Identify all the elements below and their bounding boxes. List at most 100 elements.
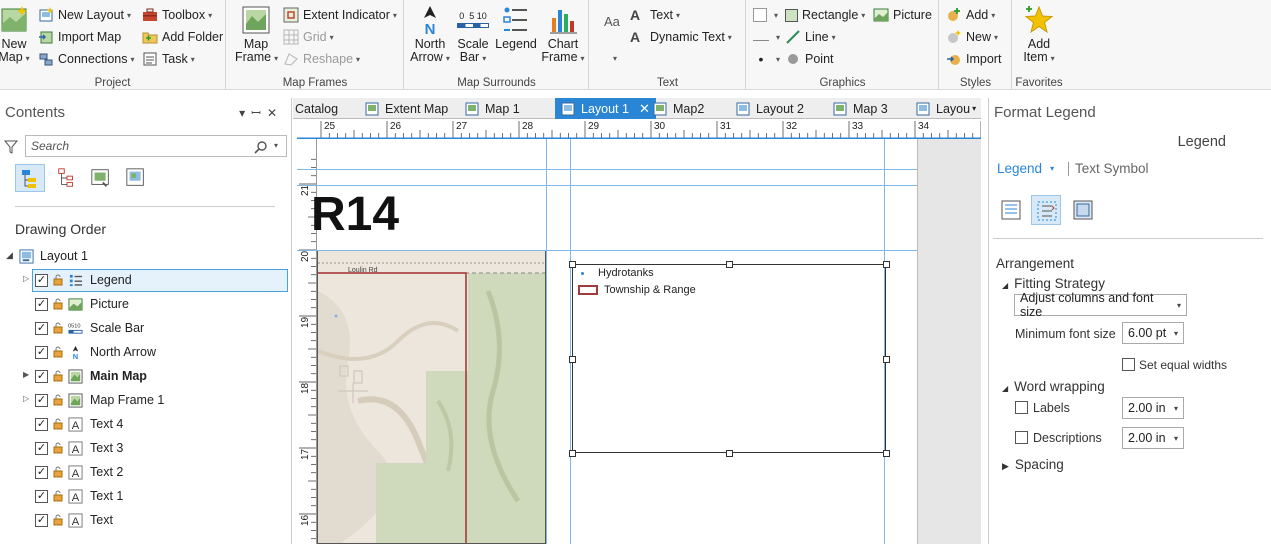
tree-item[interactable]: ▷ ✓ Map Frame 1 <box>0 389 290 412</box>
tab-layout-2[interactable]: Layout 2 <box>736 98 804 119</box>
descriptions-wrap-checkbox[interactable] <box>1015 431 1028 444</box>
visibility-checkbox[interactable]: ✓ <box>35 370 48 383</box>
expand-caret-icon[interactable]: ▷ <box>23 394 29 403</box>
north-arrow-button[interactable]: N North Arrow ▾ <box>410 4 450 65</box>
pane-menu-icon[interactable]: ▾ <box>239 106 251 120</box>
fitting-strategy-dropdown[interactable]: Adjust columns and font size ▾ <box>1014 291 1187 319</box>
chart-frame-button[interactable]: Chart Frame ▾ <box>541 4 585 65</box>
lock-icon[interactable] <box>53 394 65 406</box>
search-input[interactable]: Search <box>25 135 287 157</box>
tree-item[interactable]: ✓ N North Arrow <box>0 341 290 364</box>
add-item-button[interactable]: Add Item ▾ <box>1019 4 1059 65</box>
lock-icon[interactable] <box>53 346 65 358</box>
lock-icon[interactable] <box>53 298 65 310</box>
add-folder-button[interactable]: Add Folder <box>142 27 223 47</box>
display-options-icon[interactable] <box>1071 198 1095 222</box>
list-by-layout-icon[interactable] <box>125 167 147 189</box>
lock-icon[interactable] <box>53 274 65 286</box>
visibility-checkbox[interactable]: ✓ <box>35 394 48 407</box>
visibility-checkbox[interactable]: ✓ <box>35 490 48 503</box>
import-style-button[interactable]: Import <box>946 49 1001 69</box>
text-button[interactable]: A Text ▾ <box>630 5 680 25</box>
lock-icon[interactable] <box>53 370 65 382</box>
word-wrapping-heading[interactable]: ◢ Word wrapping <box>1002 379 1105 394</box>
labels-wrap-width-dropdown[interactable]: 2.00 in ▾ <box>1122 397 1184 419</box>
line-color-dropdown[interactable]: ▾ <box>753 27 780 47</box>
lock-icon[interactable] <box>53 466 65 478</box>
tree-item[interactable]: ✓ A Text 1 <box>0 485 290 508</box>
tab-layout-1[interactable]: Layout 1 ✕ <box>555 98 656 119</box>
visibility-checkbox[interactable]: ✓ <box>35 418 48 431</box>
spacing-heading[interactable]: ▶ Spacing <box>1002 457 1064 472</box>
text-gallery[interactable]: Aa <box>604 14 620 29</box>
grid-button[interactable]: Grid ▾ <box>283 27 334 47</box>
visibility-checkbox[interactable]: ✓ <box>35 322 48 335</box>
legend-options-icon[interactable] <box>999 198 1023 222</box>
tab-extent-map[interactable]: Extent Map <box>365 98 448 119</box>
add-style-button[interactable]: Add ▾ <box>946 5 995 25</box>
layout-title-text[interactable]: R14 <box>311 187 399 242</box>
toolbox-button[interactable]: Toolbox ▾ <box>142 5 212 25</box>
visibility-checkbox[interactable]: ✓ <box>35 466 48 479</box>
close-tab-icon[interactable]: ✕ <box>639 101 650 117</box>
tab-map2[interactable]: Map2 <box>653 98 704 119</box>
lock-icon[interactable] <box>53 490 65 502</box>
layout-canvas[interactable]: 25 26 27 28 29 30 31 32 33 34 21 20 19 18 17 16 R14 Lo… <box>297 119 981 544</box>
point-symbol-dropdown[interactable]: • ▾ <box>753 49 780 69</box>
lock-icon[interactable] <box>53 442 65 454</box>
new-map-button[interactable]: New Map ▾ <box>0 4 30 65</box>
import-map-button[interactable]: Import Map <box>38 27 121 47</box>
new-layout-button[interactable]: New Layout ▾ <box>38 5 131 25</box>
tree-item[interactable]: ✓ 0510 Scale Bar <box>0 317 290 340</box>
selection-view-icon[interactable] <box>56 167 78 189</box>
resize-handle[interactable] <box>726 261 733 268</box>
expand-caret-icon[interactable]: ▷ <box>23 274 29 283</box>
tab-map-3[interactable]: Map 3 <box>833 98 888 119</box>
collapse-caret-icon[interactable]: ◢ <box>6 250 13 261</box>
tree-root-layout[interactable]: ◢ Layout 1 <box>0 245 290 268</box>
reshape-button[interactable]: Reshape ▾ <box>283 49 360 69</box>
close-icon[interactable]: ✕ <box>267 106 283 120</box>
drawing-order-view-button[interactable] <box>15 164 45 192</box>
scale-bar-button[interactable]: 0 5 10 Scale Bar ▾ <box>455 4 491 65</box>
tree-item[interactable]: ✓ A Text 4 <box>0 413 290 436</box>
tab-map-1[interactable]: Map 1 <box>465 98 520 119</box>
lock-icon[interactable] <box>53 418 65 430</box>
descriptions-wrap-width-dropdown[interactable]: 2.00 in ▾ <box>1122 427 1184 449</box>
resize-handle[interactable] <box>883 355 890 363</box>
visibility-checkbox[interactable]: ✓ <box>35 442 48 455</box>
min-font-size-dropdown[interactable]: 6.00 pt ▾ <box>1122 322 1184 344</box>
legend-button[interactable]: Legend <box>495 4 537 51</box>
tree-item[interactable]: ▷ ✓ Legend <box>0 269 290 292</box>
resize-handle[interactable] <box>569 355 576 363</box>
visibility-checkbox[interactable]: ✓ <box>35 298 48 311</box>
lock-icon[interactable] <box>53 514 65 526</box>
extent-indicator-button[interactable]: Extent Indicator ▾ <box>283 5 397 25</box>
pin-icon[interactable]: ꟷ <box>251 106 267 120</box>
new-style-button[interactable]: New ▾ <box>946 27 998 47</box>
resize-handle[interactable] <box>883 261 890 268</box>
tab-catalog[interactable]: Catalog <box>295 98 338 119</box>
tab-layou[interactable]: Layou ▾ <box>916 98 976 119</box>
text-gallery-dropdown[interactable]: ▾ <box>613 54 617 63</box>
rectangle-button[interactable]: Rectangle ▾ <box>785 5 865 25</box>
resize-handle[interactable] <box>569 261 576 268</box>
filter-icon[interactable] <box>4 140 18 154</box>
visibility-checkbox[interactable]: ✓ <box>35 274 48 287</box>
list-by-map-icon[interactable] <box>90 167 112 189</box>
main-map-frame[interactable]: Loulin Rd <box>317 250 546 544</box>
lock-icon[interactable] <box>53 322 65 334</box>
resize-handle[interactable] <box>883 450 890 457</box>
expand-caret-icon[interactable]: ▶ <box>23 370 29 379</box>
tree-item[interactable]: ✓ A Text 2 <box>0 461 290 484</box>
labels-wrap-checkbox[interactable] <box>1015 401 1028 414</box>
tree-item[interactable]: ✓ Picture <box>0 293 290 316</box>
fitting-strategy-heading[interactable]: ◢ Fitting Strategy <box>1002 276 1105 291</box>
tree-item[interactable]: ▶ ✓ Main Map <box>0 365 290 388</box>
set-equal-widths-checkbox[interactable] <box>1122 358 1135 371</box>
search-options-caret[interactable]: ▾ <box>274 141 278 150</box>
dynamic-text-button[interactable]: A Dynamic Text ▾ <box>630 27 732 47</box>
fill-color-dropdown[interactable]: ▾ <box>753 5 778 25</box>
resize-handle[interactable] <box>726 450 733 457</box>
legend-element[interactable]: Hydrotanks Township & Range <box>572 264 886 453</box>
